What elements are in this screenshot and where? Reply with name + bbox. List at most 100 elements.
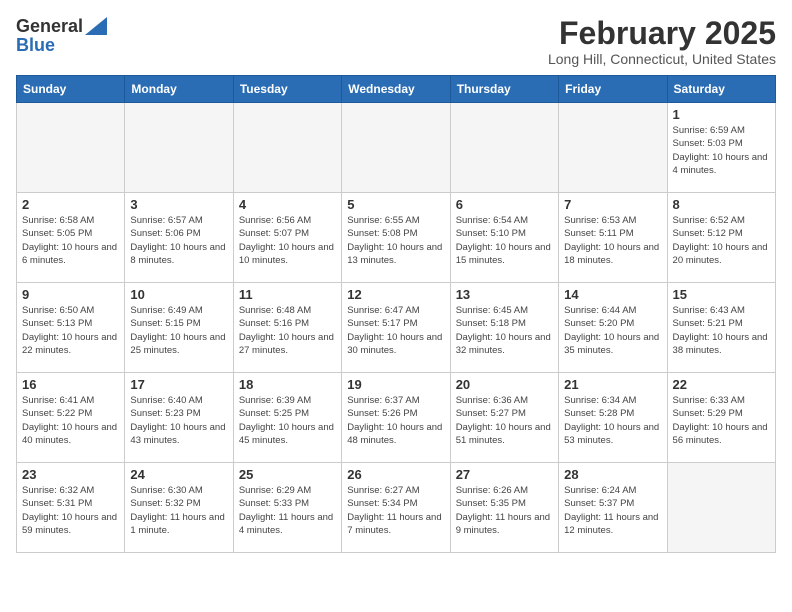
- day-cell: [450, 103, 558, 193]
- day-number: 19: [347, 377, 444, 392]
- day-info: Sunrise: 6:58 AM Sunset: 5:05 PM Dayligh…: [22, 214, 119, 267]
- day-cell: [342, 103, 450, 193]
- day-info: Sunrise: 6:59 AM Sunset: 5:03 PM Dayligh…: [673, 124, 770, 177]
- day-number: 22: [673, 377, 770, 392]
- day-number: 20: [456, 377, 553, 392]
- day-cell: 25 Sunrise: 6:29 AM Sunset: 5:33 PM Dayli…: [233, 463, 341, 553]
- day-info: Sunrise: 6:53 AM Sunset: 5:11 PM Dayligh…: [564, 214, 661, 267]
- day-number: 8: [673, 197, 770, 212]
- day-cell: 18 Sunrise: 6:39 AM Sunset: 5:25 PM Dayli…: [233, 373, 341, 463]
- day-number: 16: [22, 377, 119, 392]
- day-cell: 2 Sunrise: 6:58 AM Sunset: 5:05 PM Daylig…: [17, 193, 125, 283]
- day-info: Sunrise: 6:41 AM Sunset: 5:22 PM Dayligh…: [22, 394, 119, 447]
- day-cell: 20 Sunrise: 6:36 AM Sunset: 5:27 PM Dayli…: [450, 373, 558, 463]
- day-cell: 21 Sunrise: 6:34 AM Sunset: 5:28 PM Dayli…: [559, 373, 667, 463]
- day-info: Sunrise: 6:47 AM Sunset: 5:17 PM Dayligh…: [347, 304, 444, 357]
- day-info: Sunrise: 6:43 AM Sunset: 5:21 PM Dayligh…: [673, 304, 770, 357]
- day-number: 21: [564, 377, 661, 392]
- day-number: 17: [130, 377, 227, 392]
- day-cell: 1 Sunrise: 6:59 AM Sunset: 5:03 PM Daylig…: [667, 103, 775, 193]
- calendar-table: Sunday Monday Tuesday Wednesday Thursday…: [16, 75, 776, 553]
- day-info: Sunrise: 6:56 AM Sunset: 5:07 PM Dayligh…: [239, 214, 336, 267]
- day-info: Sunrise: 6:57 AM Sunset: 5:06 PM Dayligh…: [130, 214, 227, 267]
- day-info: Sunrise: 6:52 AM Sunset: 5:12 PM Dayligh…: [673, 214, 770, 267]
- header-wednesday: Wednesday: [342, 76, 450, 103]
- day-cell: 27 Sunrise: 6:26 AM Sunset: 5:35 PM Dayli…: [450, 463, 558, 553]
- day-number: 7: [564, 197, 661, 212]
- header-tuesday: Tuesday: [233, 76, 341, 103]
- day-cell: 11 Sunrise: 6:48 AM Sunset: 5:16 PM Dayli…: [233, 283, 341, 373]
- day-number: 28: [564, 467, 661, 482]
- day-number: 10: [130, 287, 227, 302]
- day-number: 14: [564, 287, 661, 302]
- day-number: 11: [239, 287, 336, 302]
- day-number: 25: [239, 467, 336, 482]
- day-info: Sunrise: 6:34 AM Sunset: 5:28 PM Dayligh…: [564, 394, 661, 447]
- logo-blue-text: Blue: [16, 35, 55, 56]
- day-cell: 7 Sunrise: 6:53 AM Sunset: 5:11 PM Daylig…: [559, 193, 667, 283]
- day-number: 3: [130, 197, 227, 212]
- day-cell: 4 Sunrise: 6:56 AM Sunset: 5:07 PM Daylig…: [233, 193, 341, 283]
- day-info: Sunrise: 6:24 AM Sunset: 5:37 PM Dayligh…: [564, 484, 661, 537]
- calendar-title: February 2025: [548, 16, 776, 51]
- day-number: 24: [130, 467, 227, 482]
- day-cell: 15 Sunrise: 6:43 AM Sunset: 5:21 PM Dayli…: [667, 283, 775, 373]
- day-cell: 14 Sunrise: 6:44 AM Sunset: 5:20 PM Dayli…: [559, 283, 667, 373]
- day-info: Sunrise: 6:55 AM Sunset: 5:08 PM Dayligh…: [347, 214, 444, 267]
- day-cell: 28 Sunrise: 6:24 AM Sunset: 5:37 PM Dayli…: [559, 463, 667, 553]
- day-number: 2: [22, 197, 119, 212]
- day-cell: 23 Sunrise: 6:32 AM Sunset: 5:31 PM Dayli…: [17, 463, 125, 553]
- day-info: Sunrise: 6:39 AM Sunset: 5:25 PM Dayligh…: [239, 394, 336, 447]
- day-number: 4: [239, 197, 336, 212]
- day-cell: 6Sunrise: 6:54 AM Sunset: 5:10 PM Daylig…: [450, 193, 558, 283]
- day-info: Sunrise: 6:27 AM Sunset: 5:34 PM Dayligh…: [347, 484, 444, 537]
- day-info: Sunrise: 6:29 AM Sunset: 5:33 PM Dayligh…: [239, 484, 336, 537]
- week-row-1: 1 Sunrise: 6:59 AM Sunset: 5:03 PM Daylig…: [17, 103, 776, 193]
- day-cell: 5 Sunrise: 6:55 AM Sunset: 5:08 PM Daylig…: [342, 193, 450, 283]
- day-cell: [17, 103, 125, 193]
- day-info: Sunrise: 6:50 AM Sunset: 5:13 PM Dayligh…: [22, 304, 119, 357]
- day-number: 9: [22, 287, 119, 302]
- day-info: Sunrise: 6:48 AM Sunset: 5:16 PM Dayligh…: [239, 304, 336, 357]
- title-block: February 2025 Long Hill, Connecticut, Un…: [548, 16, 776, 67]
- day-cell: [233, 103, 341, 193]
- day-cell: [125, 103, 233, 193]
- day-info: Sunrise: 6:45 AM Sunset: 5:18 PM Dayligh…: [456, 304, 553, 357]
- day-cell: [667, 463, 775, 553]
- header-sunday: Sunday: [17, 76, 125, 103]
- day-info: Sunrise: 6:40 AM Sunset: 5:23 PM Dayligh…: [130, 394, 227, 447]
- day-cell: 24 Sunrise: 6:30 AM Sunset: 5:32 PM Dayli…: [125, 463, 233, 553]
- header-friday: Friday: [559, 76, 667, 103]
- day-cell: 8 Sunrise: 6:52 AM Sunset: 5:12 PM Daylig…: [667, 193, 775, 283]
- day-cell: 12Sunrise: 6:47 AM Sunset: 5:17 PM Dayli…: [342, 283, 450, 373]
- day-cell: 22Sunrise: 6:33 AM Sunset: 5:29 PM Dayli…: [667, 373, 775, 463]
- day-cell: 26 Sunrise: 6:27 AM Sunset: 5:34 PM Dayli…: [342, 463, 450, 553]
- logo: General Blue: [16, 16, 107, 56]
- calendar-header-row: Sunday Monday Tuesday Wednesday Thursday…: [17, 76, 776, 103]
- day-info: Sunrise: 6:30 AM Sunset: 5:32 PM Dayligh…: [130, 484, 227, 537]
- page-header: General Blue February 2025 Long Hill, Co…: [16, 16, 776, 67]
- day-number: 6: [456, 197, 553, 212]
- day-cell: 10Sunrise: 6:49 AM Sunset: 5:15 PM Dayli…: [125, 283, 233, 373]
- day-number: 15: [673, 287, 770, 302]
- day-info: Sunrise: 6:26 AM Sunset: 5:35 PM Dayligh…: [456, 484, 553, 537]
- logo-icon: [85, 17, 107, 35]
- day-info: Sunrise: 6:44 AM Sunset: 5:20 PM Dayligh…: [564, 304, 661, 357]
- header-thursday: Thursday: [450, 76, 558, 103]
- day-number: 23: [22, 467, 119, 482]
- day-info: Sunrise: 6:36 AM Sunset: 5:27 PM Dayligh…: [456, 394, 553, 447]
- day-number: 5: [347, 197, 444, 212]
- day-info: Sunrise: 6:37 AM Sunset: 5:26 PM Dayligh…: [347, 394, 444, 447]
- day-cell: 16 Sunrise: 6:41 AM Sunset: 5:22 PM Dayli…: [17, 373, 125, 463]
- day-number: 26: [347, 467, 444, 482]
- day-info: Sunrise: 6:32 AM Sunset: 5:31 PM Dayligh…: [22, 484, 119, 537]
- day-cell: 9 Sunrise: 6:50 AM Sunset: 5:13 PM Daylig…: [17, 283, 125, 373]
- day-cell: 3 Sunrise: 6:57 AM Sunset: 5:06 PM Daylig…: [125, 193, 233, 283]
- day-number: 13: [456, 287, 553, 302]
- week-row-4: 16 Sunrise: 6:41 AM Sunset: 5:22 PM Dayli…: [17, 373, 776, 463]
- day-number: 18: [239, 377, 336, 392]
- week-row-3: 9 Sunrise: 6:50 AM Sunset: 5:13 PM Daylig…: [17, 283, 776, 373]
- day-number: 1: [673, 107, 770, 122]
- day-number: 27: [456, 467, 553, 482]
- day-cell: 17 Sunrise: 6:40 AM Sunset: 5:23 PM Dayli…: [125, 373, 233, 463]
